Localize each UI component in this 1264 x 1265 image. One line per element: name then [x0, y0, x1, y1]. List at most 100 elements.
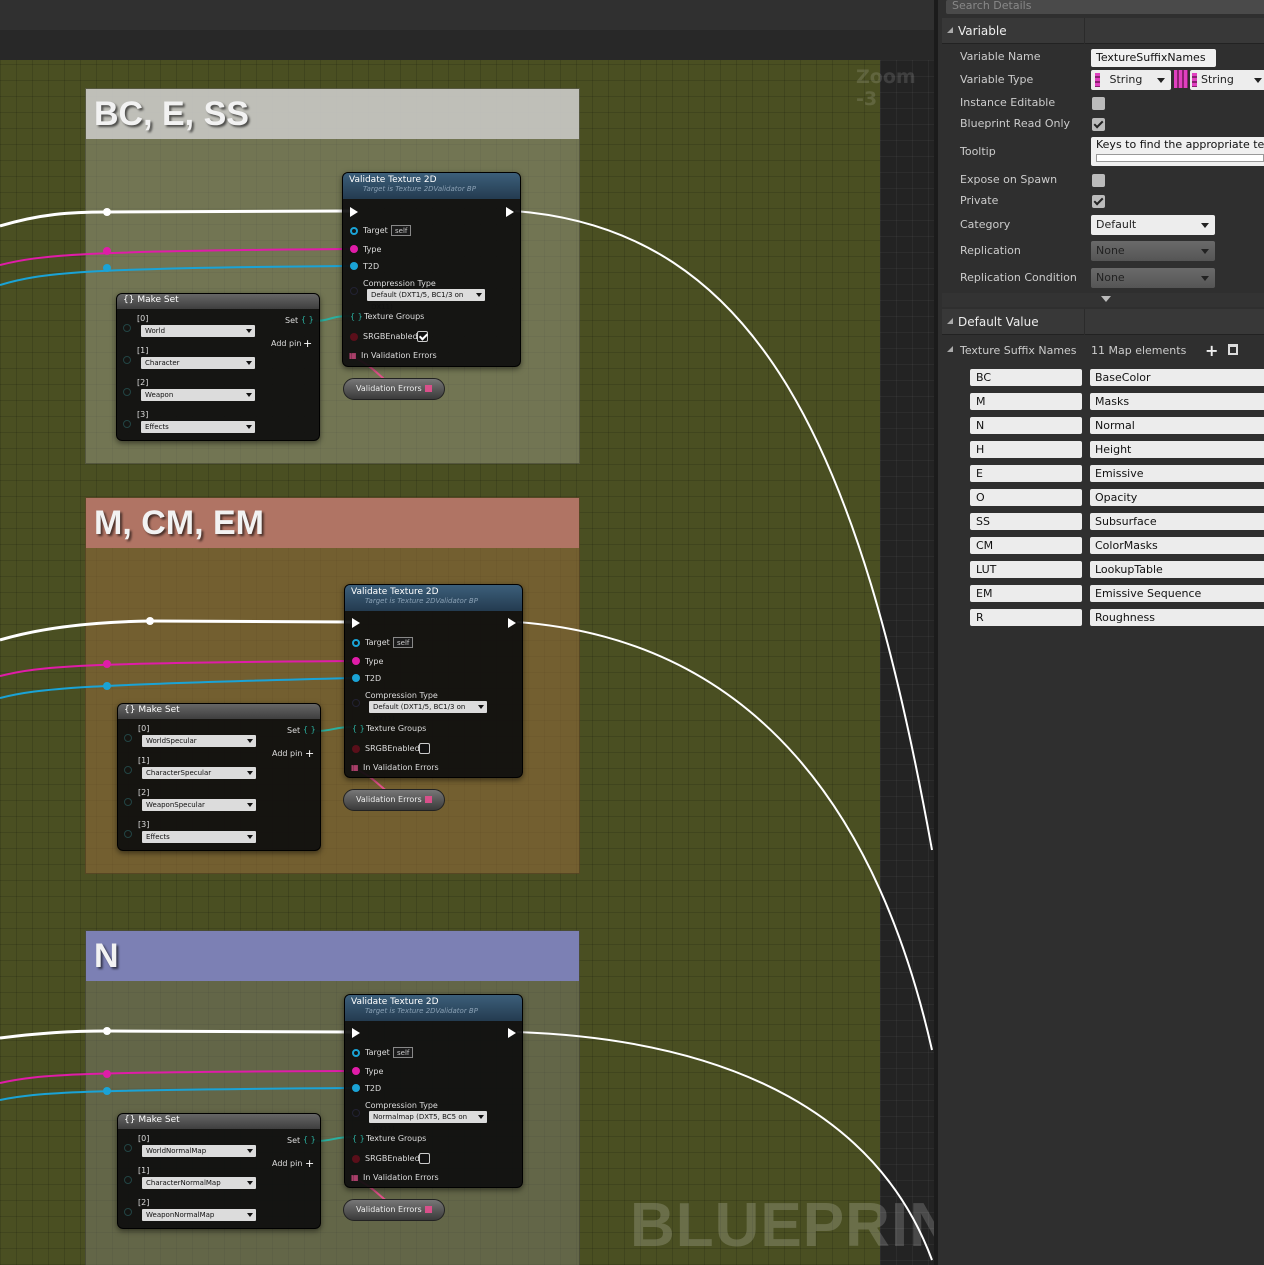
target-pin[interactable]: [350, 227, 358, 235]
node-header[interactable]: {} Make Set: [118, 704, 320, 719]
reroute-node[interactable]: [103, 1070, 111, 1078]
compression-pin[interactable]: [350, 287, 358, 295]
map-value-field[interactable]: Normal: [1090, 417, 1264, 434]
map-key-field[interactable]: E: [970, 465, 1082, 482]
type-pin[interactable]: [350, 245, 358, 253]
reroute-node[interactable]: [103, 682, 111, 690]
set-pin-icon[interactable]: { }: [350, 312, 363, 321]
value-type-dropdown[interactable]: String: [1190, 70, 1264, 90]
make-set-node[interactable]: {} Make Set Set { } Add pin + [0] WorldS…: [117, 703, 321, 851]
reroute-node[interactable]: [103, 264, 111, 272]
make-set-node[interactable]: {} Make Set Set { } Add pin + [0] WorldN…: [117, 1113, 321, 1229]
add-pin-label[interactable]: Add pin: [272, 1159, 302, 1168]
reroute-node[interactable]: [103, 1087, 111, 1095]
default-value-section-header[interactable]: Default Value: [942, 309, 1264, 335]
target-pin[interactable]: [352, 1049, 360, 1057]
item-dropdown[interactable]: Character: [141, 357, 255, 369]
tooltip-field[interactable]: Keys to find the appropriate textur: [1091, 137, 1264, 166]
reroute-node[interactable]: [103, 1027, 111, 1035]
item-dropdown[interactable]: WeaponSpecular: [142, 799, 256, 811]
compression-dropdown[interactable]: Normalmap (DXT5, BC5 on DX11): [369, 1111, 487, 1133]
item-pin[interactable]: [124, 1176, 132, 1184]
errors-pin-icon[interactable]: ▦: [351, 1173, 359, 1182]
read-only-checkbox[interactable]: [1092, 118, 1105, 131]
item-pin[interactable]: [124, 1208, 132, 1216]
item-dropdown[interactable]: WorldSpecular: [142, 735, 256, 747]
map-key-field[interactable]: LUT: [970, 561, 1082, 578]
item-dropdown[interactable]: WorldNormalMap: [142, 1145, 256, 1157]
add-pin-icon[interactable]: +: [303, 337, 312, 350]
replication-condition-dropdown[interactable]: None: [1091, 268, 1215, 288]
item-pin[interactable]: [124, 798, 132, 806]
node-header[interactable]: Validate Texture 2D Target is Texture 2D…: [343, 173, 520, 199]
reroute-node[interactable]: [103, 208, 111, 216]
search-details-input[interactable]: Search Details: [946, 0, 1264, 14]
private-checkbox[interactable]: [1092, 195, 1105, 208]
node-header[interactable]: Validate Texture 2D Target is Texture 2D…: [345, 585, 522, 611]
errors-pin-icon[interactable]: ▦: [351, 763, 359, 772]
map-key-field[interactable]: CM: [970, 537, 1082, 554]
variable-name-field[interactable]: TextureSuffixNames: [1091, 49, 1216, 67]
t2d-pin[interactable]: [350, 262, 358, 270]
reroute-node[interactable]: [103, 247, 111, 255]
map-key-field[interactable]: O: [970, 489, 1082, 506]
validation-errors-node[interactable]: Validation Errors: [343, 1199, 445, 1221]
errors-pin-icon[interactable]: ▦: [349, 351, 357, 360]
item-pin[interactable]: [124, 830, 132, 838]
srgb-pin[interactable]: [352, 1155, 360, 1163]
target-pin[interactable]: [352, 639, 360, 647]
compression-pin[interactable]: [352, 1109, 360, 1117]
validate-texture-node[interactable]: Validate Texture 2D Target is Texture 2D…: [344, 584, 523, 778]
item-pin[interactable]: [123, 324, 131, 332]
exec-in-pin[interactable]: [350, 207, 358, 217]
map-value-field[interactable]: Masks: [1090, 393, 1264, 410]
map-key-field[interactable]: BC: [970, 369, 1082, 386]
map-value-field[interactable]: Roughness: [1090, 609, 1264, 626]
item-dropdown[interactable]: World: [141, 325, 255, 337]
tooltip-scrollbar[interactable]: [1096, 154, 1264, 162]
validation-errors-node[interactable]: Validation Errors: [343, 789, 445, 811]
key-type-dropdown[interactable]: String: [1091, 70, 1171, 90]
instance-editable-checkbox[interactable]: [1092, 97, 1105, 110]
validate-texture-node[interactable]: Validate Texture 2D Target is Texture 2D…: [342, 172, 521, 367]
reroute-node[interactable]: [103, 660, 111, 668]
map-key-field[interactable]: N: [970, 417, 1082, 434]
add-pin-label[interactable]: Add pin: [271, 339, 301, 348]
item-dropdown[interactable]: CharacterSpecular: [142, 767, 256, 779]
compression-dropdown[interactable]: Default (DXT1/5, BC1/3 on DX11): [369, 701, 487, 723]
map-value-field[interactable]: Emissive Sequence: [1090, 585, 1264, 602]
blueprint-graph[interactable]: Zoom -3 BC, E, SS M, CM, EM N Validate T…: [0, 0, 934, 1265]
type-pin[interactable]: [352, 657, 360, 665]
item-dropdown[interactable]: Effects: [141, 421, 255, 433]
validation-errors-node[interactable]: Validation Errors: [343, 378, 445, 400]
exec-out-pin[interactable]: [506, 207, 514, 217]
set-out-pin[interactable]: { }: [303, 1135, 316, 1144]
item-dropdown[interactable]: WeaponNormalMap: [142, 1209, 256, 1221]
exec-in-pin[interactable]: [352, 618, 360, 628]
add-pin-label[interactable]: Add pin: [272, 749, 302, 758]
compression-dropdown[interactable]: Default (DXT1/5, BC1/3 on DX11): [367, 289, 485, 311]
target-default[interactable]: self: [393, 1047, 414, 1058]
map-value-field[interactable]: Emissive: [1090, 465, 1264, 482]
node-header[interactable]: {} Make Set: [118, 1114, 320, 1129]
target-default[interactable]: self: [393, 637, 414, 648]
exec-out-pin[interactable]: [508, 1028, 516, 1038]
map-key-field[interactable]: SS: [970, 513, 1082, 530]
map-value-field[interactable]: BaseColor: [1090, 369, 1264, 386]
map-key-field[interactable]: R: [970, 609, 1082, 626]
advanced-toggle[interactable]: [942, 293, 1264, 307]
map-value-field[interactable]: Opacity: [1090, 489, 1264, 506]
node-header[interactable]: Validate Texture 2D Target is Texture 2D…: [345, 995, 522, 1021]
reroute-node[interactable]: [146, 617, 154, 625]
item-pin[interactable]: [123, 388, 131, 396]
srgb-checkbox[interactable]: [419, 1153, 430, 1164]
category-combo[interactable]: Default: [1091, 215, 1215, 235]
t2d-pin[interactable]: [352, 674, 360, 682]
map-value-field[interactable]: LookupTable: [1090, 561, 1264, 578]
type-pin[interactable]: [352, 1067, 360, 1075]
set-out-pin[interactable]: { }: [301, 315, 314, 324]
item-pin[interactable]: [123, 420, 131, 428]
srgb-checkbox[interactable]: [419, 743, 430, 754]
add-element-icon[interactable]: +: [1205, 341, 1218, 360]
srgb-pin[interactable]: [352, 745, 360, 753]
